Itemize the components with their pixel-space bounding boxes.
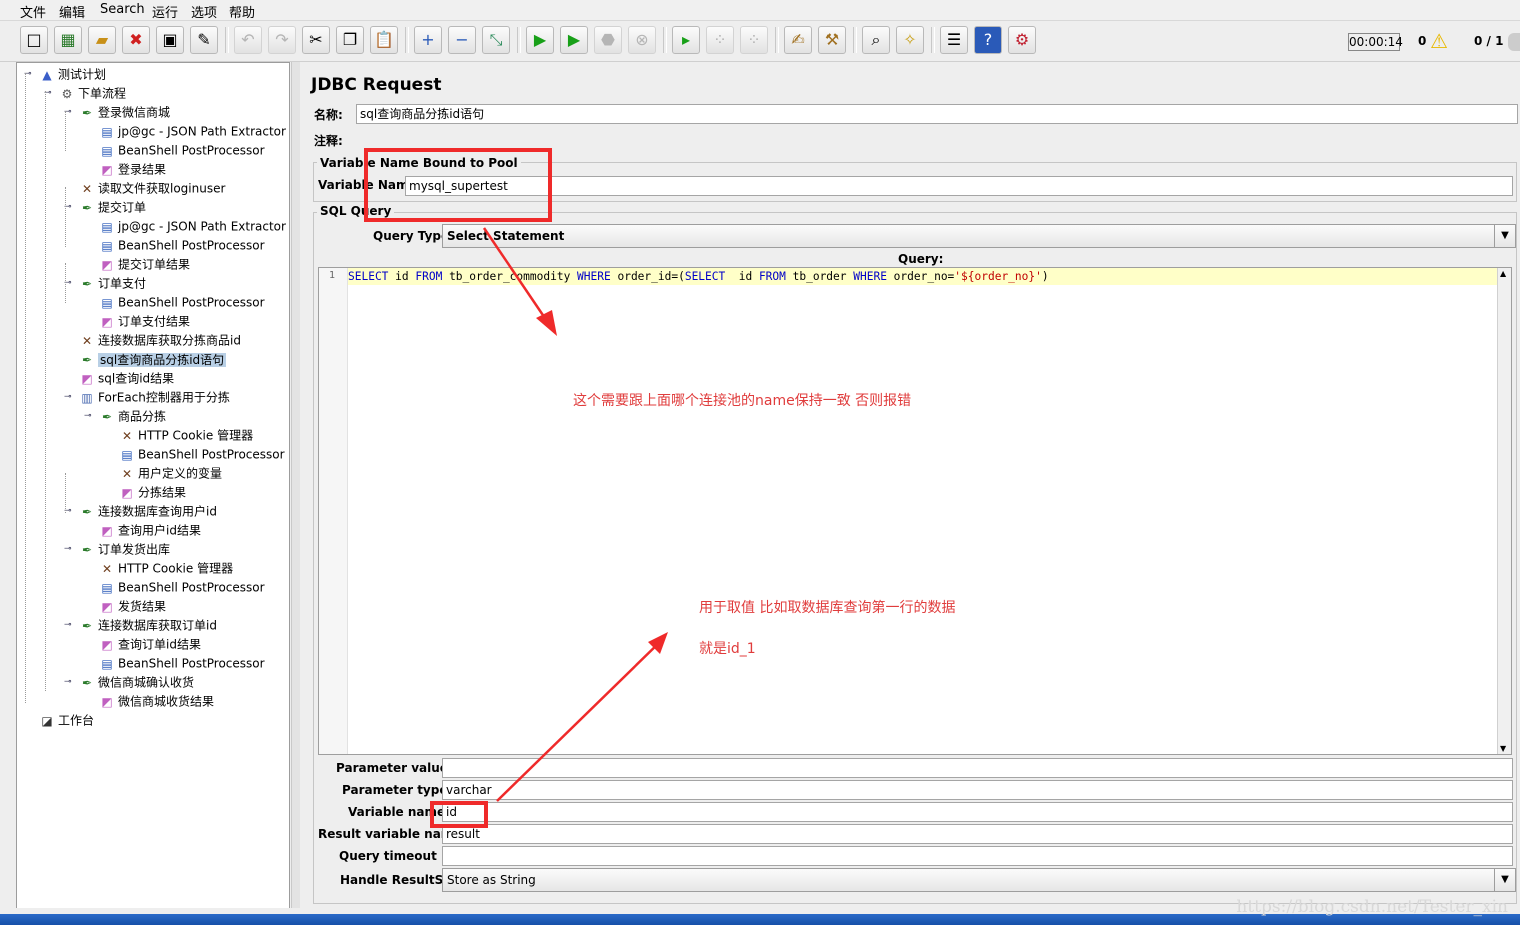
annotation-varname-note: 用于取值 比如取数据库查询第一行的数据 bbox=[699, 600, 956, 616]
watermark: https://blog.csdn.net/Tester_xin bbox=[1236, 897, 1508, 917]
annotation-varname-note-2: 就是id_1 bbox=[699, 641, 756, 657]
arrow-from-varname-box bbox=[496, 637, 665, 802]
arrow-head-icon bbox=[536, 310, 557, 336]
annotation-pool-note: 这个需要跟上面哪个连接池的name保持一致 否则报错 bbox=[573, 393, 912, 409]
annotation-arrows bbox=[482, 227, 668, 802]
